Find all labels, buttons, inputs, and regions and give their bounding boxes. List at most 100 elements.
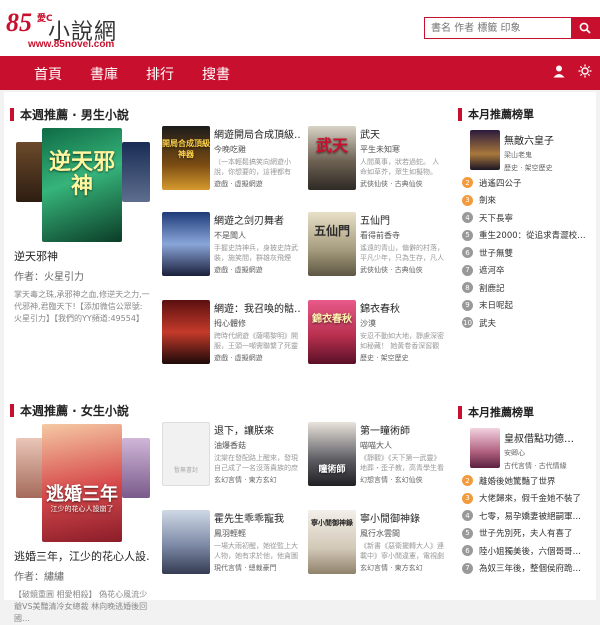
book-card[interactable]: 瞳術師 第一瞳術師 喵喵大人 《靜觀》《天下第一武靈》地葬・歪子教，高青學生看的… (308, 422, 444, 488)
male-feature-book[interactable]: 逆天邪神 逆天邪神 作者：火星引力 掌天毒之珠,承邪神之血,修逆天之力,一代邪神… (14, 128, 150, 325)
book-genre: 遊戲 · 虛擬網遊 (214, 354, 263, 362)
book-title[interactable]: 武天 (360, 126, 446, 141)
rank-number: 4 (462, 510, 473, 522)
book-card[interactable]: 開局合成頂級神器 網遊開局合成頂級… 今晚吃雞 （一本輕鬆搞笑向網遊小說，你想要… (162, 126, 300, 192)
rank-item[interactable]: 7 為奴三年後，整個侯府跪… (462, 560, 590, 578)
book-genre: 遊戲 · 虛擬網遊 (214, 266, 263, 274)
book-author: 作者：火星引力 (14, 272, 84, 283)
book-cover[interactable]: 逃婚三年 江少的花心人設崩了 (42, 424, 122, 542)
rank-number: 7 (462, 562, 473, 574)
book-title[interactable]: 逃婚三年，江少的花心人設… (14, 548, 150, 564)
book-card[interactable]: 錦衣春秋 錦衣春秋 沙漠 安忍不動如大地，靜慮深密如秘藏！ 她黃卷香深窖觀田，萬… (308, 300, 444, 366)
rank-item[interactable]: 5 重生2000：從追求青澀校… (462, 227, 590, 245)
book-cover[interactable] (162, 212, 210, 276)
logo-url: www.85novel.com (28, 39, 115, 50)
book-cover[interactable]: 逆天邪神 (42, 128, 122, 242)
book-cover[interactable] (470, 428, 500, 468)
rank-item[interactable]: 7 遮河卒 (462, 262, 590, 280)
book-card[interactable]: 網遊之剑刃舞者 不是聞人 手握史詩神兵，身披史詩武裝，施笑間，群雄灰飛煙滅，這是… (162, 212, 298, 278)
rank-item[interactable]: 10 武夫 (462, 314, 590, 332)
book-cover[interactable] (162, 510, 210, 574)
book-author: 作者：繡繡 (14, 572, 64, 583)
logo-number: 85 (6, 8, 32, 37)
book-author: 看得前香寺 (360, 231, 400, 240)
book-genre: 歷史 · 架空歷史 (504, 164, 553, 172)
book-card[interactable]: 霍先生乖乖寵我 鳳羽輕輕 一場大雨初醒，她從監上大人物，她有求於他，他貪圖她年輕… (162, 510, 298, 576)
book-title[interactable]: 退下，讓朕來 (214, 422, 300, 437)
rank-item[interactable]: 9 末日呢起 (462, 297, 590, 315)
sun-icon[interactable] (578, 64, 592, 78)
book-title[interactable]: 五仙門 (360, 212, 446, 227)
book-desc: （一本輕鬆搞笑向網遊小說，你想要的，這裡都有哦）江白只想打金，開… (214, 158, 291, 176)
book-desc: 跨時代網遊《薩噶黎明》開服，王頭一噸需聯繫了死靈法師能個成秀穆業，用了發... (214, 332, 298, 350)
book-title[interactable]: 皇叔借點功德… (504, 430, 574, 445)
search-box (424, 17, 600, 39)
book-author: 今晚吃雞 (214, 145, 246, 154)
rank-number: 9 (462, 299, 473, 311)
book-card[interactable]: 五仙門 五仙門 看得前香寺 遙遠的青山，偏僻的村落，平凡少年，只為生存，凡人生活… (308, 212, 444, 278)
book-title[interactable]: 網遊：我召喚的骷… (214, 300, 300, 315)
rank-item[interactable]: 5 世子先別死，夫人有喜了 (462, 525, 590, 543)
rank-item[interactable]: 2 離婚後她驚豔了世界 (462, 472, 590, 490)
search-button[interactable] (571, 18, 599, 38)
book-title[interactable]: 網遊之剑刃舞者 (214, 212, 300, 227)
rank-item[interactable]: 8 割鹿記 (462, 279, 590, 297)
rank-top-book[interactable]: 無敵六皇子 梁山老鬼 歷史 · 架空歷史 (462, 130, 590, 174)
user-icon[interactable] (552, 64, 566, 78)
book-title[interactable]: 霍先生乖乖寵我 (214, 510, 300, 525)
book-genre: 古代言情 · 古代情緣 (504, 462, 567, 470)
book-author: 梁山老鬼 (504, 151, 532, 159)
book-card[interactable]: 寧小閒御神錄 寧小閒御神錄 風行水雲間 《新書《惡衛擺轉大人》連載中》寧小閒違憲… (308, 510, 444, 576)
book-title[interactable]: 網遊開局合成頂級… (214, 126, 300, 141)
rank-top-book[interactable]: 皇叔借點功德… 安卿心 古代言情 · 古代情緣 (462, 428, 590, 472)
book-cover[interactable]: 開局合成頂級神器 (162, 126, 210, 190)
rank-item[interactable]: 6 陸小姐獨美後，六個哥哥… (462, 542, 590, 560)
site-logo[interactable]: 85 愛C 小說網 www.85novel.com (6, 6, 156, 50)
book-card[interactable]: 暫無書封 退下，讓朕來 油爆香菇 沈棠在發配路上醒來，發現自己成了一名沒落貴族的… (162, 422, 298, 488)
book-cover[interactable]: 武天 (308, 126, 356, 190)
rank-item[interactable]: 4 七零，易孕嬌妻被絕嗣軍… (462, 507, 590, 525)
nav-home[interactable]: 首頁 (34, 64, 62, 84)
book-title[interactable]: 逆天邪神 (14, 248, 150, 264)
book-card[interactable]: 網遊：我召喚的骷… 拇心體修 跨時代網遊《薩噶黎明》開服，王頭一噸需聯繫了死靈法… (162, 300, 300, 366)
male-rank-heading: 本月推薦榜單 (458, 106, 534, 122)
book-cover[interactable]: 錦衣春秋 (308, 300, 356, 364)
nav-search-books[interactable]: 搜書 (202, 64, 230, 84)
book-author: 不是聞人 (214, 231, 246, 240)
rank-number: 5 (462, 229, 473, 241)
book-title[interactable]: 無敵六皇子 (504, 132, 554, 147)
book-title[interactable]: 第一瞳術師 (360, 422, 446, 437)
male-section-heading: 本週推薦 · 男生小說 (10, 106, 129, 123)
nav-ranking[interactable]: 排行 (146, 64, 174, 84)
search-input[interactable] (425, 18, 571, 38)
book-author: 沙漠 (360, 319, 376, 328)
book-title[interactable]: 錦衣春秋 (360, 300, 446, 315)
book-cover[interactable]: 寧小閒御神錄 (308, 510, 356, 574)
side-cover (122, 438, 150, 498)
female-feature-book[interactable]: 逃婚三年 江少的花心人設崩了 逃婚三年，江少的花心人設… 作者：繡繡 【破鏡重圓… (14, 424, 150, 625)
rank-item[interactable]: 2 逍遙四公子 (462, 174, 590, 192)
book-cover[interactable]: 瞳術師 (308, 422, 356, 486)
rank-item[interactable]: 3 大佬歸來，假千金她不裝了 (462, 490, 590, 508)
rank-item[interactable]: 3 劍來 (462, 192, 590, 210)
book-genre: 玄幻言情 · 東方玄幻 (360, 564, 423, 572)
rank-item[interactable]: 6 世子無雙 (462, 244, 590, 262)
nav-library[interactable]: 書庫 (90, 64, 118, 84)
side-cover (16, 142, 44, 202)
book-cover[interactable]: 暫無書封 (162, 422, 210, 486)
book-desc: 安忍不動如大地，靜慮深密如秘藏！ 她黃卷香深窖觀田，萬金萬籟萬網嘩天地，向… (360, 332, 444, 350)
book-cover[interactable] (470, 130, 500, 170)
book-cover[interactable] (162, 300, 210, 364)
book-author: 拇心體修 (214, 319, 246, 328)
book-title[interactable]: 寧小閒御神錄 (360, 510, 446, 525)
site-header: 85 愛C 小說網 www.85novel.com (0, 0, 600, 56)
rank-number: 10 (462, 317, 473, 329)
rank-item[interactable]: 4 天下長寧 (462, 209, 590, 227)
rank-number: 3 (462, 492, 473, 504)
cover-title-text: 逃婚三年 (46, 484, 118, 505)
book-card[interactable]: 武天 武天 平生未知寒 人間萬事，狀若過蛇。 人命如草芥，眾生如擬物。 "誰會知… (308, 126, 444, 192)
rank-number: 4 (462, 212, 473, 224)
book-desc: 【破鏡重圓 相愛相殺】 偽花心風流少爺VS美豔清冷女總裁 林向晚逃婚後回國… (14, 590, 148, 623)
book-genre: 武俠仙俠 · 古典仙俠 (360, 266, 423, 274)
book-cover[interactable]: 五仙門 (308, 212, 356, 276)
